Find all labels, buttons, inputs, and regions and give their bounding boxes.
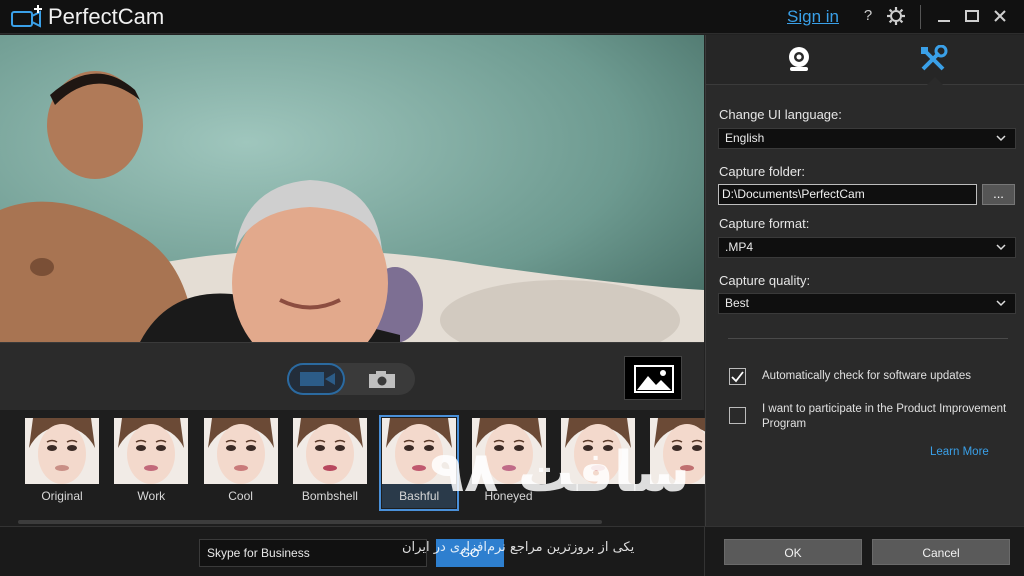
settings-panel: Change UI language: English Capture fold… bbox=[705, 35, 1024, 526]
photo-camera-icon[interactable] bbox=[367, 369, 397, 389]
im-app-select[interactable]: Skype for Business bbox=[199, 539, 427, 567]
gallery-icon bbox=[634, 365, 674, 393]
video-camera-icon bbox=[300, 372, 335, 386]
effect-label: Bombshell bbox=[301, 489, 358, 503]
settings-tabs bbox=[706, 35, 1024, 86]
effect-item[interactable]: Original bbox=[25, 418, 99, 508]
capture-mode-toggle[interactable] bbox=[287, 363, 415, 395]
language-dropdown[interactable]: English bbox=[718, 128, 1016, 149]
chevron-down-icon bbox=[996, 135, 1006, 142]
capture-format-dropdown[interactable]: .MP4 bbox=[718, 237, 1016, 258]
capture-format-value: .MP4 bbox=[725, 240, 754, 254]
title-separator bbox=[920, 5, 921, 29]
effect-label: Work bbox=[137, 489, 166, 503]
browse-folder-button[interactable]: ... bbox=[982, 184, 1015, 205]
add-camera-logo-icon bbox=[11, 5, 42, 28]
tab-webcam[interactable] bbox=[723, 35, 873, 85]
capture-format-label: Capture format: bbox=[719, 216, 810, 231]
maximize-icon[interactable] bbox=[962, 6, 982, 26]
webcam-icon bbox=[789, 47, 809, 71]
active-tab-pointer bbox=[926, 77, 944, 86]
title-bar: PerfectCam Sign in ? bbox=[0, 0, 1024, 34]
sign-in-link[interactable]: Sign in bbox=[787, 7, 839, 27]
chevron-down-icon bbox=[996, 300, 1006, 307]
chevron-down-icon bbox=[996, 244, 1006, 251]
effect-thumbnail bbox=[25, 418, 99, 484]
improvement-program-checkbox[interactable] bbox=[729, 407, 746, 424]
effect-thumbnail bbox=[114, 418, 189, 484]
capture-quality-dropdown[interactable]: Best bbox=[718, 293, 1016, 314]
effect-label: Original bbox=[41, 489, 83, 503]
watermark-logo: سافت ۹۸ bbox=[430, 440, 690, 505]
language-value: English bbox=[725, 131, 765, 145]
learn-more-link[interactable]: Learn More bbox=[930, 446, 989, 458]
app-title: PerfectCam bbox=[48, 4, 165, 29]
capture-quality-label: Capture quality: bbox=[719, 273, 811, 288]
video-mode-button[interactable] bbox=[287, 363, 345, 395]
perfectcam-window: PerfectCam Sign in ? Original Work Cool … bbox=[0, 0, 1024, 576]
checkmark-icon bbox=[731, 371, 744, 383]
gallery-button[interactable] bbox=[624, 356, 682, 400]
close-icon[interactable] bbox=[990, 6, 1010, 26]
effect-thumbnail bbox=[203, 418, 278, 484]
watermark-tagline: یکی از بروزترین مراجع نرم‌افزاری در ایرا… bbox=[402, 540, 635, 555]
webcam-image bbox=[0, 35, 704, 342]
settings-divider bbox=[728, 338, 1008, 339]
tools-icon bbox=[921, 45, 948, 71]
effect-item[interactable]: Bombshell bbox=[292, 418, 367, 508]
gear-icon[interactable] bbox=[886, 6, 906, 26]
effect-item[interactable]: Work bbox=[114, 418, 189, 508]
ok-button[interactable]: OK bbox=[724, 539, 862, 565]
capture-controls bbox=[0, 342, 704, 410]
help-icon[interactable]: ? bbox=[858, 6, 878, 26]
language-label: Change UI language: bbox=[719, 107, 842, 122]
effect-label: Cool bbox=[228, 489, 253, 503]
capture-folder-input[interactable]: D:\Documents\PerfectCam bbox=[718, 184, 977, 205]
capture-folder-label: Capture folder: bbox=[719, 164, 805, 179]
minimize-icon[interactable] bbox=[934, 6, 954, 26]
cancel-button[interactable]: Cancel bbox=[872, 539, 1010, 565]
capture-quality-value: Best bbox=[725, 296, 750, 310]
effects-scrollbar[interactable] bbox=[18, 520, 602, 524]
bottom-separator bbox=[704, 527, 705, 576]
webcam-preview bbox=[0, 35, 704, 342]
improvement-program-label: I want to participate in the Product Imp… bbox=[762, 403, 1007, 430]
auto-update-checkbox[interactable] bbox=[729, 368, 746, 385]
effect-thumbnail bbox=[292, 418, 367, 484]
effect-item[interactable]: Cool bbox=[203, 418, 278, 508]
tab-tools[interactable] bbox=[873, 35, 1023, 85]
auto-update-label: Automatically check for software updates bbox=[762, 370, 972, 382]
